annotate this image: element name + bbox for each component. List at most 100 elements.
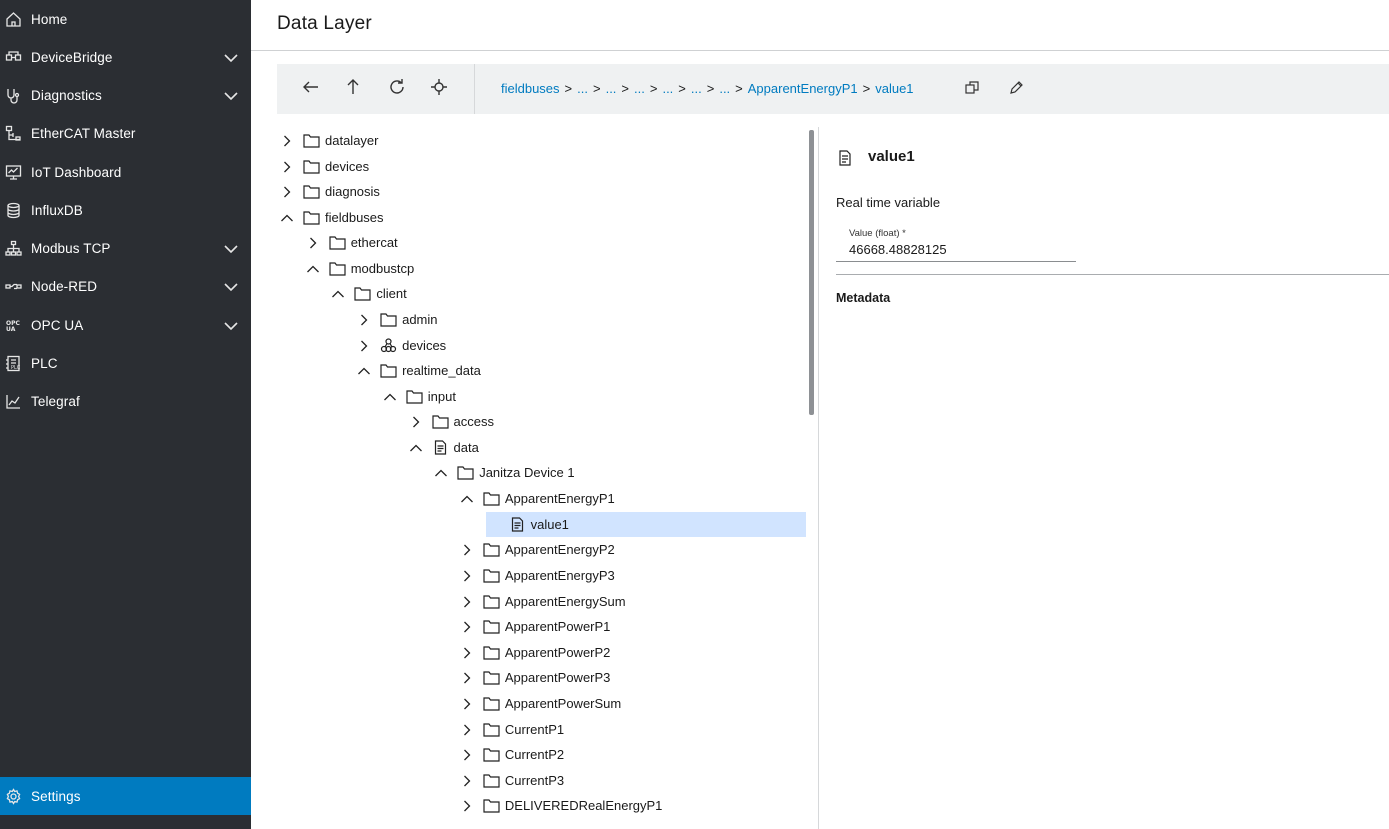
tree-node[interactable]: data — [277, 435, 809, 460]
file-icon — [509, 517, 526, 532]
breadcrumb-item[interactable]: ... — [662, 81, 673, 96]
sidebar-item-plc[interactable]: PLC PLC — [0, 344, 251, 382]
chevron-right-icon[interactable] — [460, 595, 474, 609]
panel-divider[interactable] — [818, 127, 819, 829]
tree-node[interactable]: value1 — [277, 512, 809, 537]
sidebar-item-telegraf[interactable]: Telegraf — [0, 382, 251, 420]
tree-node[interactable]: ApparentPowerSum — [277, 691, 809, 716]
chevron-up-icon[interactable] — [460, 492, 474, 506]
breadcrumb-item[interactable]: ... — [577, 81, 588, 96]
chevron-up-icon[interactable] — [331, 287, 345, 301]
chevron-right-icon[interactable] — [460, 646, 474, 660]
chevron-up-icon[interactable] — [434, 466, 448, 480]
chevron-right-icon[interactable] — [280, 160, 294, 174]
tree-node[interactable]: modbustcp — [277, 256, 809, 281]
chevron-right-icon[interactable] — [460, 620, 474, 634]
tree-node[interactable]: access — [277, 409, 809, 434]
tree-node-label: DELIVEREDRealEnergyP1 — [504, 798, 663, 813]
back-button[interactable] — [299, 77, 323, 101]
sidebar-item-opc-ua[interactable]: OPC UA OPC UA — [0, 306, 251, 344]
chevron-down-icon[interactable] — [223, 280, 239, 292]
sidebar-item-devicebridge[interactable]: DeviceBridge — [0, 38, 251, 76]
folder-icon — [406, 389, 423, 404]
sidebar: Home DeviceBridge Diagnostics EtherCAT Mast… — [0, 0, 251, 829]
tree-node[interactable]: fieldbuses — [277, 205, 809, 230]
chevron-up-icon[interactable] — [280, 211, 294, 225]
chevron-right-icon[interactable] — [460, 723, 474, 737]
breadcrumb-item[interactable]: ... — [606, 81, 617, 96]
sidebar-item-label: DeviceBridge — [31, 49, 113, 65]
chevron-down-icon[interactable] — [223, 242, 239, 254]
tree-node[interactable]: realtime_data — [277, 358, 809, 383]
breadcrumb-item[interactable]: ... — [634, 81, 645, 96]
chevron-right-icon[interactable] — [460, 671, 474, 685]
tree-node[interactable]: Janitza Device 1 — [277, 460, 809, 485]
breadcrumb-item[interactable]: fieldbuses — [501, 81, 560, 96]
sidebar-item-iot-dashboard[interactable]: IoT Dashboard — [0, 153, 251, 191]
tree-node[interactable]: input — [277, 384, 809, 409]
tree-node[interactable]: ApparentPowerP1 — [277, 614, 809, 639]
sidebar-item-settings[interactable]: Settings — [0, 777, 251, 815]
chevron-right-icon[interactable] — [460, 774, 474, 788]
chevron-up-icon[interactable] — [306, 262, 320, 276]
chevron-right-icon[interactable] — [460, 543, 474, 557]
up-button[interactable] — [341, 77, 365, 101]
tree-node[interactable]: ApparentEnergyP3 — [277, 563, 809, 588]
tree-node[interactable]: devices — [277, 333, 809, 358]
tree-node[interactable]: CurrentP3 — [277, 768, 809, 793]
tree-node[interactable]: DELIVEREDRealEnergyP1 — [277, 793, 809, 818]
tree-node[interactable]: datalayer — [277, 128, 809, 153]
locate-button[interactable] — [427, 77, 451, 101]
chevron-right-icon[interactable] — [357, 339, 371, 353]
folder-icon — [483, 645, 500, 660]
chevron-right-icon[interactable] — [460, 799, 474, 813]
chevron-down-icon[interactable] — [223, 89, 239, 101]
breadcrumb-separator: > — [735, 81, 743, 96]
tree-node[interactable]: ApparentEnergyP1 — [277, 486, 809, 511]
chevron-up-icon[interactable] — [383, 390, 397, 404]
tree-node[interactable]: ApparentEnergySum — [277, 589, 809, 614]
value-field[interactable]: Value (float) * 46668.48828125 — [836, 224, 1076, 262]
folder-icon — [483, 670, 500, 685]
chevron-right-icon[interactable] — [306, 236, 320, 250]
breadcrumb-item[interactable]: ... — [719, 81, 730, 96]
tree-node[interactable]: diagnosis — [277, 179, 809, 204]
chevron-right-icon[interactable] — [409, 415, 423, 429]
chevron-right-icon[interactable] — [460, 748, 474, 762]
refresh-button[interactable] — [385, 77, 409, 101]
tree-node[interactable]: ethercat — [277, 230, 809, 255]
tree-node[interactable]: ApparentPowerP2 — [277, 640, 809, 665]
value-input[interactable]: 46668.48828125 — [849, 242, 947, 257]
up-arrow-icon — [343, 77, 363, 102]
tree-node[interactable]: CurrentP1 — [277, 717, 809, 742]
copy-button[interactable] — [964, 80, 982, 98]
sidebar-item-ethercat-master[interactable]: EtherCAT Master — [0, 114, 251, 152]
chevron-right-icon[interactable] — [460, 697, 474, 711]
edit-button[interactable] — [1008, 80, 1026, 98]
sidebar-item-node-red[interactable]: Node-RED — [0, 267, 251, 305]
breadcrumb-item[interactable]: value1 — [875, 81, 913, 96]
chevron-right-icon[interactable] — [280, 134, 294, 148]
tree-node[interactable]: admin — [277, 307, 809, 332]
chevron-right-icon[interactable] — [280, 185, 294, 199]
chevron-up-icon[interactable] — [409, 441, 423, 455]
chevron-up-icon[interactable] — [357, 364, 371, 378]
chevron-right-icon[interactable] — [357, 313, 371, 327]
tree-node[interactable]: devices — [277, 154, 809, 179]
tree-scrollbar[interactable] — [809, 130, 814, 415]
sidebar-item-diagnostics[interactable]: Diagnostics — [0, 76, 251, 114]
sidebar-item-influxdb[interactable]: InfluxDB — [0, 191, 251, 229]
chevron-right-icon[interactable] — [460, 569, 474, 583]
breadcrumb-item[interactable]: ApparentEnergyP1 — [748, 81, 858, 96]
tree-node[interactable]: CurrentP2 — [277, 742, 809, 767]
breadcrumb-separator: > — [621, 81, 630, 96]
sidebar-item-home[interactable]: Home — [0, 0, 251, 38]
breadcrumb-item[interactable]: ... — [691, 81, 702, 96]
sidebar-item-modbus-tcp[interactable]: Modbus TCP — [0, 229, 251, 267]
chevron-down-icon[interactable] — [223, 51, 239, 63]
tree-node[interactable]: ApparentEnergyP2 — [277, 537, 809, 562]
tree-node[interactable]: client — [277, 281, 809, 306]
folder-icon — [380, 312, 397, 327]
chevron-down-icon[interactable] — [223, 319, 239, 331]
tree-node[interactable]: ApparentPowerP3 — [277, 665, 809, 690]
